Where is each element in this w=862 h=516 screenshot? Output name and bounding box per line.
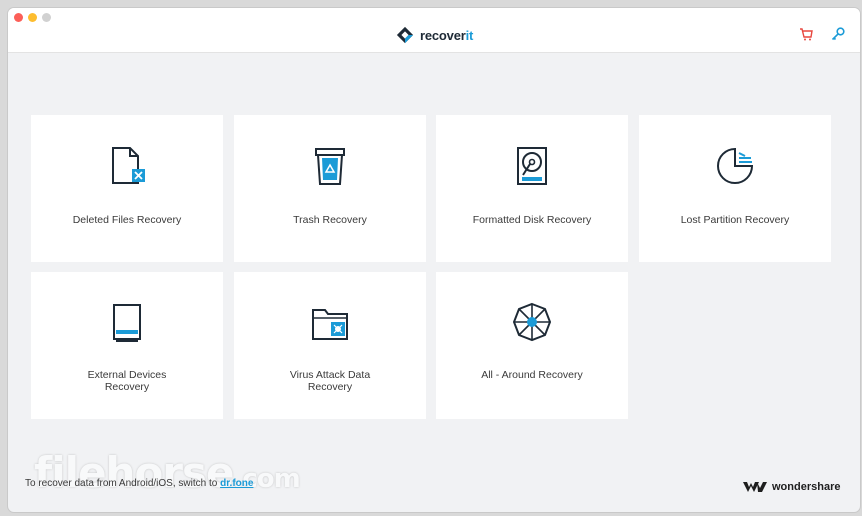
card-label: External Devices Recovery xyxy=(87,369,167,393)
card-all-around-recovery[interactable]: All - Around Recovery xyxy=(436,272,628,419)
card-label: Lost Partition Recovery xyxy=(680,214,790,226)
card-trash-recovery[interactable]: Trash Recovery xyxy=(234,115,426,262)
partition-icon xyxy=(717,147,754,184)
card-formatted-disk-recovery[interactable]: Formatted Disk Recovery xyxy=(436,115,628,262)
watermark: filehorse.com xyxy=(34,448,301,497)
card-label: Virus Attack Data Recovery xyxy=(289,369,371,393)
close-window-button[interactable] xyxy=(14,13,23,22)
recoverit-logo-icon xyxy=(396,26,414,44)
virus-folder-icon xyxy=(312,309,348,340)
brand-logo: wondershare xyxy=(743,481,840,493)
title-bar: recoverit xyxy=(8,8,860,53)
card-lost-partition-recovery[interactable]: Lost Partition Recovery xyxy=(639,115,831,262)
app-logo: recoverit xyxy=(396,25,473,45)
maximize-window-button[interactable] xyxy=(42,13,51,22)
card-label: Formatted Disk Recovery xyxy=(472,214,592,226)
minimize-window-button[interactable] xyxy=(28,13,37,22)
app-title: recoverit xyxy=(420,27,474,43)
drfone-link[interactable]: dr.fone xyxy=(220,478,253,489)
card-label: Trash Recovery xyxy=(293,214,367,226)
wondershare-logo-icon xyxy=(743,482,767,492)
brand-name: wondershare xyxy=(772,481,841,493)
footer-note: To recover data from Android/iOS, switch… xyxy=(25,478,254,489)
card-label: All - Around Recovery xyxy=(481,369,583,381)
card-external-devices-recovery[interactable]: External Devices Recovery xyxy=(31,272,223,419)
external-device-icon xyxy=(113,304,141,342)
app-window: recoverit Deleted Files Recovery Trash R… xyxy=(8,8,860,512)
card-label: Deleted Files Recovery xyxy=(72,214,182,226)
trash-icon xyxy=(315,148,345,185)
key-icon[interactable] xyxy=(830,26,846,42)
all-around-icon xyxy=(512,302,552,342)
card-deleted-files-recovery[interactable]: Deleted Files Recovery xyxy=(31,115,223,262)
hard-disk-icon xyxy=(517,147,547,185)
cart-icon[interactable] xyxy=(798,26,814,42)
deleted-file-icon xyxy=(112,147,145,184)
card-virus-attack-data-recovery[interactable]: Virus Attack Data Recovery xyxy=(234,272,426,419)
